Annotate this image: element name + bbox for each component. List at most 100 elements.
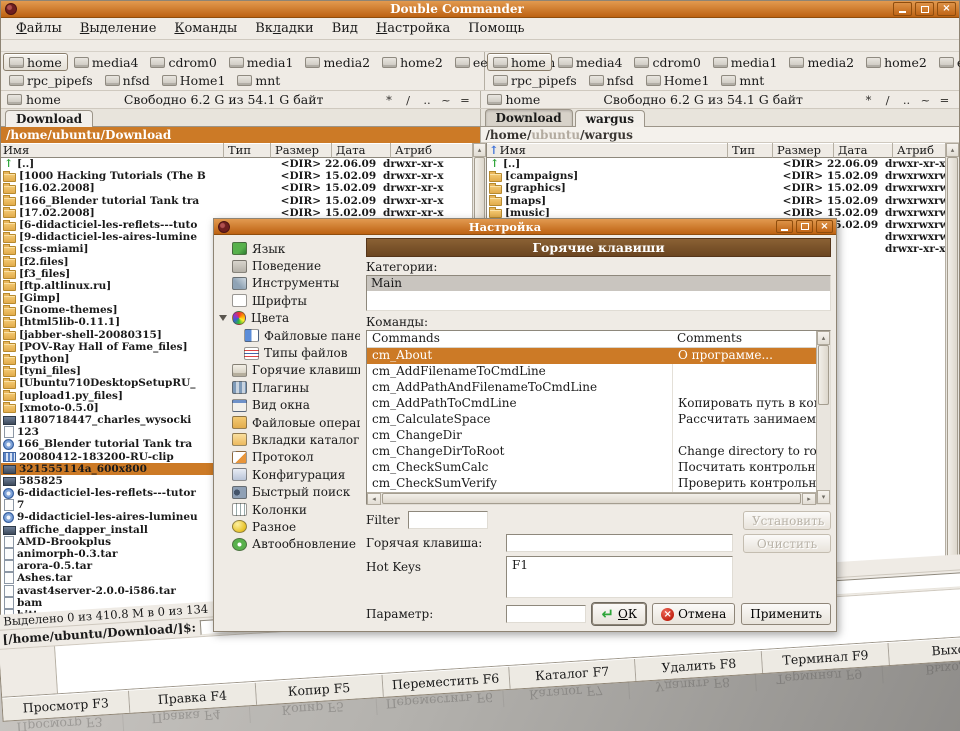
commands-column-header[interactable]: Commands [367,331,672,347]
menu-item[interactable]: Выделение [71,21,166,36]
dialog-minimize-button[interactable] [776,220,793,233]
command-row[interactable]: cm_CheckSumVerify Проверить контрольные … [367,476,816,492]
command-row[interactable]: cm_CheckSumCalc Посчитать контрольные су… [367,460,816,476]
scroll-thumb[interactable] [947,157,958,610]
column-header-type[interactable]: Тип [224,143,271,158]
panel-op-button[interactable]: = [457,93,474,107]
scroll-up-icon[interactable]: ▴ [817,331,830,345]
drive-button[interactable]: mnt [715,71,770,89]
file-row[interactable]: [campaigns] <DIR> 15.02.09 drwxrwxrwx [487,170,945,182]
drive-button[interactable]: cdrom0 [144,53,222,71]
scroll-left-icon[interactable]: ◂ [367,493,381,505]
column-header-type[interactable]: Тип [728,143,773,158]
drive-button[interactable]: rpc_pipefs [3,71,99,89]
file-row[interactable]: [16.02.2008] <DIR> 15.02.09 drwxr-xr-x [1,182,472,194]
titlebar[interactable]: Double Commander × [1,1,959,18]
scroll-track[interactable] [817,405,830,490]
dialog-maximize-button[interactable] [796,220,813,233]
menu-item[interactable]: Файлы [7,21,71,36]
tree-item[interactable]: Конфигурация [218,466,360,483]
tree-item[interactable]: Разное [218,518,360,535]
commands-vscrollbar[interactable]: ▴ ▾ [816,331,830,504]
scrollbar-right-panel[interactable]: ▴ ▾ [945,143,959,624]
menu-item[interactable]: Вид [323,21,367,36]
tree-item[interactable]: Вид окна [218,397,360,414]
drive-button[interactable]: media1 [223,53,300,71]
tab[interactable]: wargus [575,110,645,127]
tree-item[interactable]: Язык [218,240,360,257]
tab[interactable]: Download [5,110,93,127]
menu-item[interactable]: Вкладки [246,21,323,36]
close-button[interactable]: × [937,2,956,16]
drive-button[interactable]: media4 [552,53,629,71]
panel-op-button[interactable]: .. [419,93,436,107]
set-hotkey-button[interactable]: Установить [743,511,831,530]
drive-button[interactable]: eee [933,53,960,71]
tree-item[interactable]: Горячие клавиши [218,362,360,379]
path-bar-left[interactable]: /home/ubuntu/Download [1,127,481,143]
param-input[interactable] [506,605,586,623]
hotkey-item[interactable]: F1 [507,557,732,572]
category-item[interactable]: Main [367,276,830,291]
file-row[interactable]: [maps] <DIR> 15.02.09 drwxrwxrwx [487,195,945,207]
command-row[interactable]: cm_ChangeDir [367,428,816,444]
filter-input[interactable] [408,511,488,529]
dialog-titlebar[interactable]: Настройка × [214,219,836,235]
command-row[interactable]: cm_AddFilenameToCmdLine [367,364,816,380]
tree-item[interactable]: Цвета [218,310,360,327]
column-header-date[interactable]: Дата [332,143,391,158]
ok-button[interactable]: ↵ОК [592,603,646,625]
drive-button[interactable]: home [3,53,68,71]
commands-hscrollbar[interactable]: ◂ ▸ [367,492,816,504]
file-row[interactable]: [..] <DIR> 22.06.09 drwxr-xr-x [1,158,472,170]
dialog-close-button[interactable]: × [816,220,833,233]
current-drive[interactable]: home [481,92,547,107]
drive-button[interactable]: home2 [376,53,449,71]
drive-button[interactable]: rpc_pipefs [487,71,583,89]
tree-item[interactable]: Поведение [218,257,360,274]
command-row[interactable]: cm_CalculateSpace Рассчитать занимаемое … [367,412,816,428]
file-row[interactable]: [166_Blender tutorial Tank tra <DIR> 15.… [1,195,472,207]
tree-item[interactable]: Плагины [218,379,360,396]
tree-item[interactable]: Файловые операции [218,414,360,431]
panel-op-button[interactable]: ~ [438,93,455,107]
cancel-button[interactable]: ×Отмена [652,603,735,625]
drive-button[interactable]: nfsd [99,71,156,89]
column-header-name[interactable]: Имя [1,143,224,158]
tree-expander-open-icon[interactable] [219,315,227,321]
menu-item[interactable]: Команды [165,21,246,36]
column-header-attr[interactable]: Атриб [391,143,472,158]
tree-item[interactable]: Типы файлов [218,344,360,361]
command-row[interactable]: cm_AddPathAndFilenameToCmdLine [367,380,816,396]
panel-op-button[interactable]: * [860,93,877,107]
scroll-right-icon[interactable]: ▸ [802,493,816,505]
panel-op-button[interactable]: / [400,93,417,107]
comments-column-header[interactable]: Comments [672,331,816,347]
command-row[interactable]: cm_ChangeDirToRoot Change directory to r… [367,444,816,460]
drive-button[interactable]: mnt [231,71,286,89]
file-row[interactable]: [graphics] <DIR> 15.02.09 drwxrwxrwx [487,182,945,194]
column-header-attr[interactable]: Атриб [893,143,945,158]
scroll-down-icon[interactable]: ▾ [817,490,830,504]
column-header-size[interactable]: Размер [773,143,834,158]
tree-item[interactable]: Колонки [218,501,360,518]
current-drive[interactable]: home [1,92,67,107]
drive-button[interactable]: media1 [707,53,784,71]
column-header-date[interactable]: Дата [834,143,893,158]
command-row[interactable]: cm_About О программе... [367,348,816,364]
maximize-button[interactable] [915,2,934,16]
hotkeys-listbox[interactable]: F1 [506,556,733,598]
drive-button[interactable]: Home1 [156,71,232,89]
scroll-thumb[interactable] [382,493,801,504]
panel-op-button[interactable]: / [879,93,896,107]
panel-op-button[interactable]: = [936,93,953,107]
tree-item[interactable]: Быстрый поиск [218,483,360,500]
file-row[interactable]: [..] <DIR> 22.06.09 drwxr-xr-x [487,158,945,170]
minimize-button[interactable] [893,2,912,16]
menu-item[interactable]: Помощь [459,21,533,36]
scroll-up-icon[interactable]: ▴ [473,143,486,157]
command-row[interactable]: cm_AddPathToCmdLine Копировать путь в ко… [367,396,816,412]
menu-item[interactable]: Настройка [367,21,459,36]
drive-button[interactable]: media4 [68,53,145,71]
column-header-size[interactable]: Размер [271,143,332,158]
